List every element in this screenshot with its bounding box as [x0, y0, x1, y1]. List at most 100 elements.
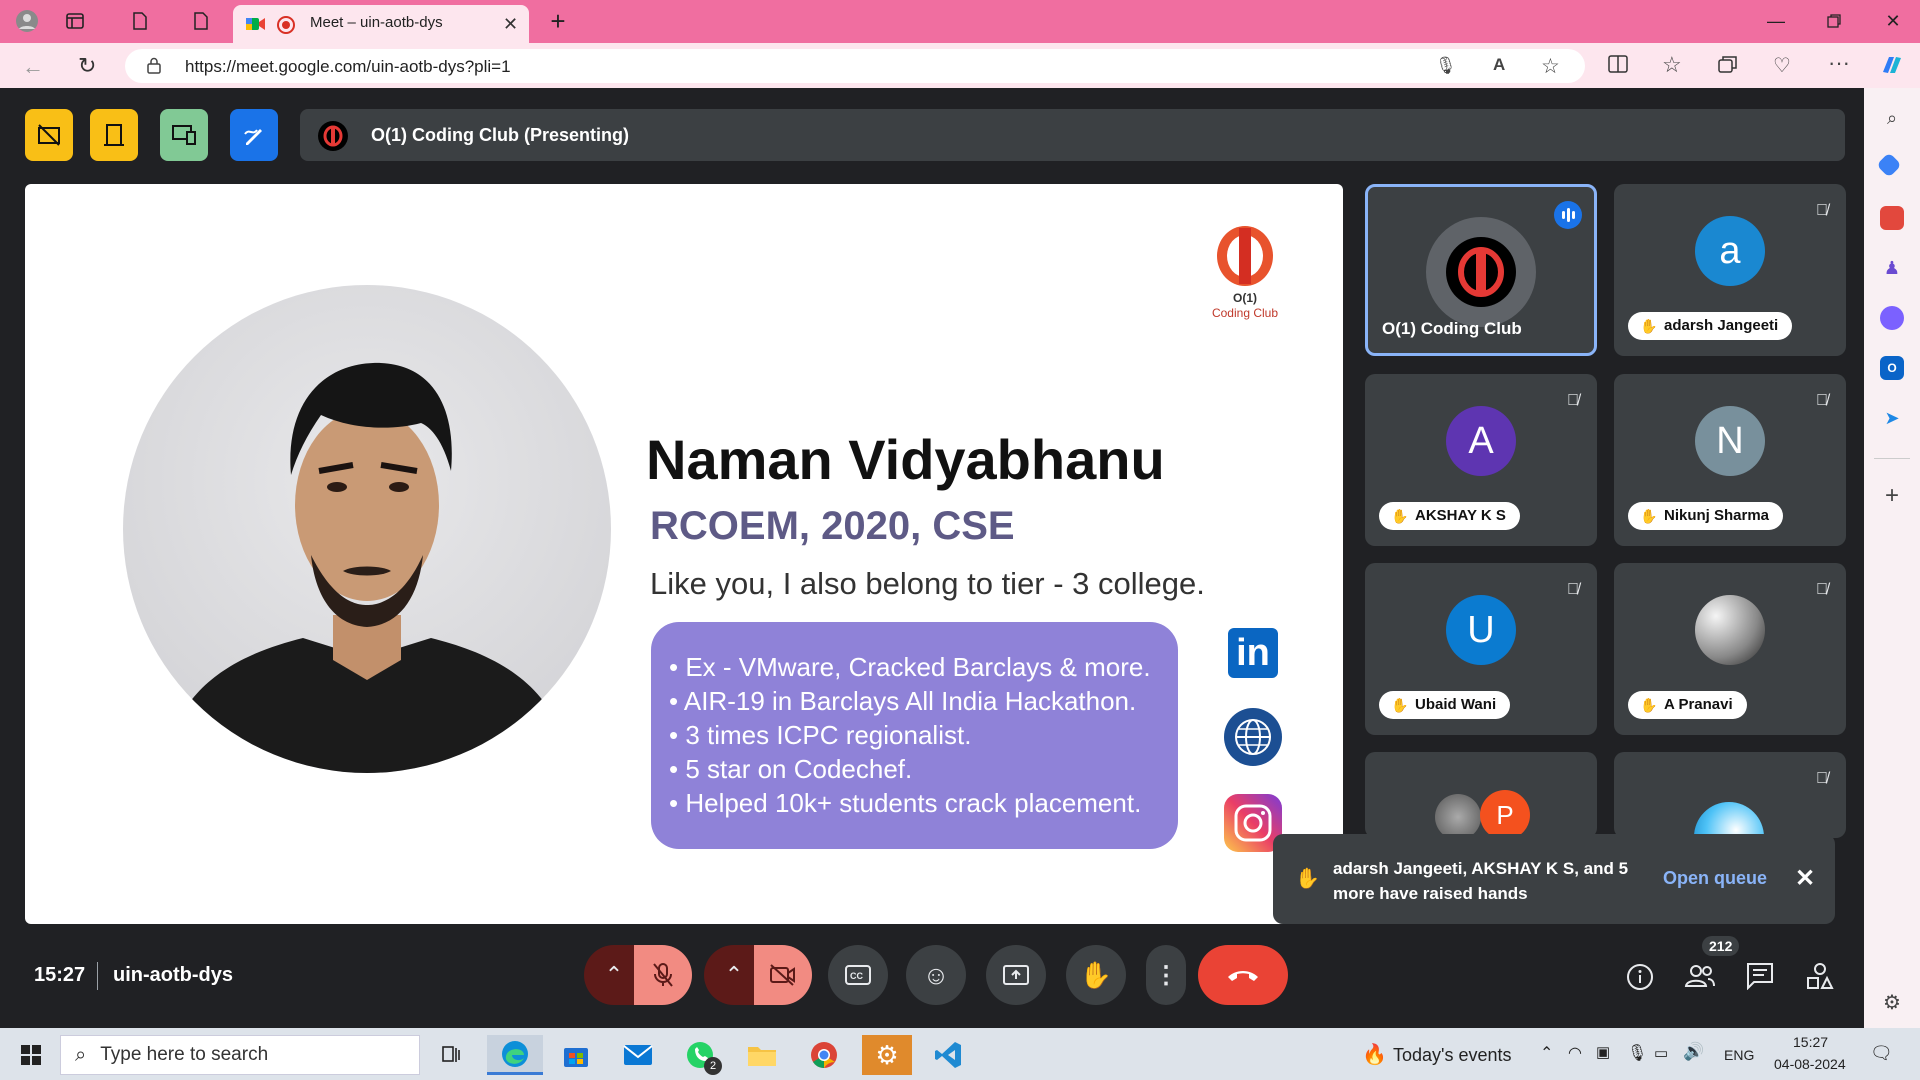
mic-tray-icon[interactable]: 🎙: [1627, 1043, 1647, 1063]
settings-app-icon[interactable]: ⚙: [862, 1035, 912, 1075]
close-window-icon[interactable]: ✕: [1880, 8, 1906, 34]
address-bar[interactable]: https://meet.google.com/uin-aotb-dys?pli…: [125, 49, 1585, 83]
lock-icon[interactable]: [147, 57, 161, 79]
refresh-icon[interactable]: ↻: [78, 53, 96, 79]
whatsapp-icon[interactable]: 2: [680, 1035, 722, 1075]
restore-icon[interactable]: [1821, 8, 1847, 34]
file-explorer-icon[interactable]: [742, 1035, 782, 1075]
open-queue-button[interactable]: Open queue: [1663, 868, 1767, 889]
task-view-icon[interactable]: [434, 1035, 468, 1075]
participant-avatar: a: [1695, 216, 1765, 286]
tab-close-icon[interactable]: ✕: [503, 14, 518, 35]
participant-tile[interactable]: 🎙̸ N ✋ Nikunj Sharma: [1614, 374, 1846, 546]
mail-icon[interactable]: [618, 1035, 658, 1075]
sidebar-shopping-icon[interactable]: [1876, 152, 1902, 178]
edge-taskbar-icon[interactable]: [487, 1035, 543, 1075]
extension-door-icon[interactable]: [90, 109, 138, 161]
profile-icon[interactable]: [14, 8, 40, 34]
minimize-icon[interactable]: —: [1763, 8, 1789, 34]
voice-search-icon[interactable]: 🎙: [1435, 56, 1457, 76]
chrome-icon[interactable]: [804, 1035, 844, 1075]
emoji-icon: ☺: [922, 959, 950, 990]
sidebar-add-icon[interactable]: +: [1880, 482, 1904, 509]
extension-projector-icon[interactable]: [25, 109, 73, 161]
raised-hand-icon: ✋: [1640, 697, 1658, 713]
present-button[interactable]: [986, 945, 1046, 1005]
tab-document-icon[interactable]: [127, 8, 153, 34]
notifications-icon[interactable]: 🗨: [1870, 1043, 1893, 1064]
activities-icon[interactable]: [1806, 962, 1834, 995]
achievement-item: • 3 times ICPC regionalist.: [669, 720, 972, 750]
taskbar-search-box[interactable]: ⌕ Type here to search: [60, 1035, 420, 1075]
sidebar-tools-icon[interactable]: [1880, 206, 1904, 230]
participant-avatar: N: [1695, 406, 1765, 476]
participant-tile[interactable]: 🎙̸ U ✋ Ubaid Wani: [1365, 563, 1597, 735]
microsoft-store-icon[interactable]: [556, 1035, 596, 1075]
people-icon[interactable]: [1684, 962, 1716, 995]
copilot-icon[interactable]: [1880, 54, 1904, 81]
windows-start-icon[interactable]: [14, 1035, 48, 1075]
meeting-info-icon[interactable]: [1625, 962, 1655, 997]
language-indicator[interactable]: ENG: [1724, 1047, 1754, 1063]
search-icon: ⌕: [75, 1043, 87, 1066]
new-tab-icon[interactable]: +: [545, 6, 571, 36]
vscode-icon[interactable]: [928, 1035, 968, 1075]
more-options-button[interactable]: ⋮: [1146, 945, 1186, 1005]
mic-toggle-button[interactable]: [634, 945, 692, 1005]
presenting-bar: O(1) Coding Club (Presenting): [300, 109, 1845, 161]
taskbar-clock-date[interactable]: 04-08-2024: [1774, 1056, 1846, 1072]
battery-icon[interactable]: ▭: [1654, 1044, 1668, 1062]
recording-icon: [277, 16, 295, 34]
reactions-button[interactable]: ☺: [906, 945, 966, 1005]
todays-events-label[interactable]: Today's events: [1393, 1045, 1512, 1066]
sidebar-outlook-icon[interactable]: O: [1880, 356, 1904, 380]
url-text[interactable]: https://meet.google.com/uin-aotb-dys?pli…: [185, 57, 511, 77]
participant-tile[interactable]: P: [1365, 752, 1597, 838]
coding-club-logo: O(1) Coding Club: [1200, 224, 1290, 320]
participant-tile[interactable]: 🎙̸ A ✋ AKSHAY K S: [1365, 374, 1597, 546]
svg-text:CC: CC: [850, 971, 863, 981]
participant-count-badge: 212: [1702, 936, 1740, 956]
camera-toggle-button[interactable]: [754, 945, 812, 1005]
workspaces-icon[interactable]: [62, 8, 88, 34]
sidebar-games-icon[interactable]: ♟: [1880, 256, 1904, 280]
sidebar-m365-icon[interactable]: [1880, 306, 1904, 330]
extension-devices-icon[interactable]: [160, 109, 208, 161]
tab-document-icon-2[interactable]: [188, 8, 214, 34]
read-aloud-icon[interactable]: A: [1493, 55, 1505, 75]
participant-tile[interactable]: O(1) Coding Club: [1365, 184, 1597, 356]
captions-icon: CC: [845, 965, 871, 985]
participant-name: Ubaid Wani: [1415, 696, 1497, 713]
camera-tray-icon[interactable]: ▣: [1596, 1043, 1610, 1061]
extension-pen-icon[interactable]: [230, 109, 278, 161]
raise-hand-button[interactable]: ✋: [1066, 945, 1126, 1005]
participant-tile[interactable]: 🎙̸ a ✋ adarsh Jangeeti: [1614, 184, 1846, 356]
split-screen-icon[interactable]: [1608, 55, 1628, 78]
volume-icon[interactable]: 🔊: [1683, 1042, 1704, 1062]
captions-button[interactable]: CC: [828, 945, 888, 1005]
favorites-icon[interactable]: ☆: [1662, 52, 1682, 78]
wifi-icon[interactable]: ◠: [1568, 1043, 1582, 1063]
sidebar-send-icon[interactable]: ➤: [1880, 406, 1904, 430]
sidebar-search-icon[interactable]: ⌕: [1880, 106, 1904, 130]
sidebar-settings-icon[interactable]: ⚙: [1880, 990, 1904, 1014]
mic-off-icon: 🎙̸: [1567, 392, 1579, 409]
toast-close-icon[interactable]: ✕: [1795, 864, 1815, 893]
participant-tile[interactable]: 🎙̸ ✋ A Pranavi: [1614, 563, 1846, 735]
meeting-time: 15:27: [34, 964, 86, 986]
raised-hand-icon: ✋: [1391, 508, 1409, 524]
leave-call-button[interactable]: [1198, 945, 1288, 1005]
taskbar-clock-time[interactable]: 15:27: [1793, 1034, 1828, 1050]
chat-icon[interactable]: [1746, 962, 1774, 995]
favorite-star-icon[interactable]: ☆: [1541, 54, 1560, 79]
participant-tile[interactable]: 🎙̸: [1614, 752, 1846, 838]
more-menu-icon[interactable]: ···: [1828, 50, 1850, 76]
achievement-item: • 5 star on Codechef.: [669, 754, 913, 784]
browser-essentials-icon[interactable]: ♡: [1773, 53, 1791, 78]
back-icon[interactable]: ←: [22, 54, 44, 80]
tab-meet[interactable]: Meet – uin-aotb-dys ✕: [233, 5, 529, 43]
speaker-tagline: Like you, I also belong to tier - 3 coll…: [650, 566, 1205, 601]
raised-hands-toast: ✋ adarsh Jangeeti, AKSHAY K S, and 5 mor…: [1273, 834, 1835, 924]
tray-chevron-icon[interactable]: ⌃: [1540, 1043, 1553, 1063]
collections-icon[interactable]: [1718, 55, 1738, 78]
